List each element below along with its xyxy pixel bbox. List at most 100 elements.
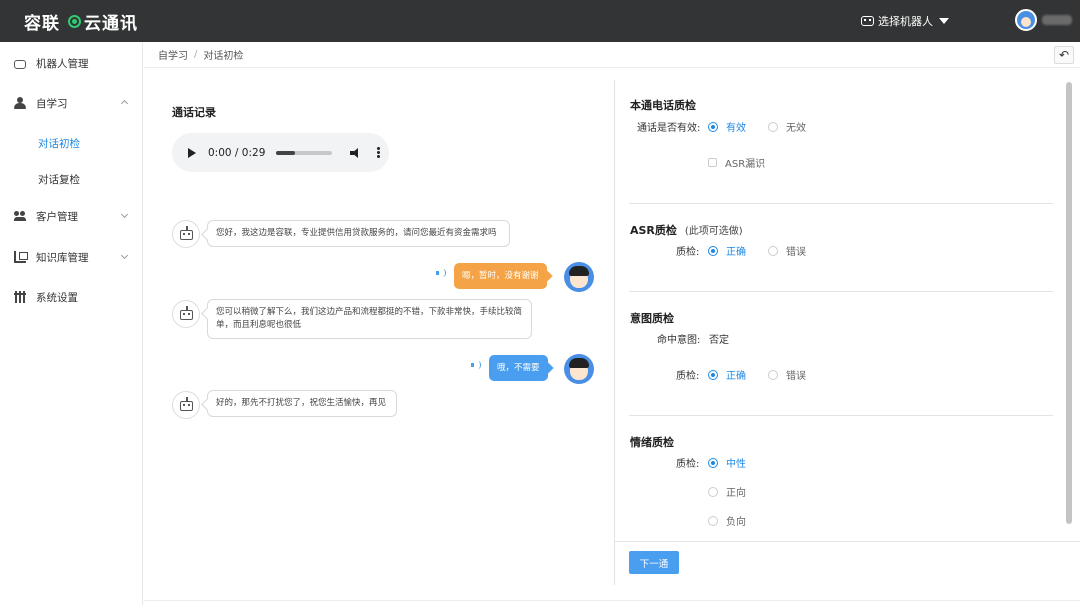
volume-icon[interactable] <box>350 147 362 158</box>
section-divider <box>629 291 1053 292</box>
radio-label: 负向 <box>726 517 746 528</box>
back-arrow-icon: ↶ <box>1058 48 1070 62</box>
radio-dot <box>708 121 718 132</box>
bot-message: 您可以稍微了解下么，我们这边产品和流程都挺的不错，下款非常快，手续比较简单，而且… <box>207 299 532 339</box>
asr-qc-title: ASR质检 (此项可选做) <box>630 222 743 238</box>
robot-select-dropdown[interactable]: 选择机器人 <box>861 13 949 29</box>
robot-icon <box>861 16 874 26</box>
sidebar-item-label: 知识库管理 <box>36 251 89 264</box>
robot-icon <box>14 59 26 69</box>
radio-label: 正向 <box>726 488 746 499</box>
asr-missed-checkbox[interactable]: ASR漏识 <box>708 155 765 170</box>
bottom-divider <box>144 600 1080 601</box>
checkbox-box <box>708 158 717 167</box>
asr-qc-label: 质检: <box>676 247 700 258</box>
user-avatar <box>564 262 594 292</box>
intent-radio-wrong[interactable]: 错误 <box>768 367 806 382</box>
sidebar-item-label: 机器人管理 <box>36 57 89 70</box>
sidebar-item-system-settings[interactable]: 系统设置 <box>0 282 143 312</box>
bot-message: 好的，那先不打扰您了，祝您生活愉快，再见 <box>207 390 397 417</box>
radio-label: 正确 <box>726 247 746 258</box>
checkbox-label: ASR漏识 <box>725 159 766 170</box>
call-valid-radio-no[interactable]: 无效 <box>768 119 806 134</box>
sidebar-subitem-recheck[interactable]: 对话复检 <box>38 172 80 187</box>
back-button[interactable]: ↶ <box>1054 46 1074 64</box>
radio-dot <box>708 369 718 380</box>
radio-dot <box>708 515 718 526</box>
sidebar-item-label: 客户管理 <box>36 210 78 223</box>
section-divider <box>629 203 1053 204</box>
panel-divider <box>614 80 615 585</box>
user-message: 嗯，暂时，没有谢谢 <box>454 263 547 289</box>
call-qc-title: 本通电话质检 <box>630 99 696 112</box>
emotion-radio-neutral[interactable]: 中性 <box>708 455 746 470</box>
breadcrumb: 自学习 / 对话初检 ↶ <box>144 42 1080 68</box>
intent-qc-title: 意图质检 <box>630 312 674 325</box>
logo-ring-icon <box>68 15 81 28</box>
radio-dot <box>768 245 778 256</box>
sidebar: 机器人管理 自学习 对话初检 对话复检 客户管理 知识库管理 系统设置 <box>0 42 143 605</box>
radio-label: 错误 <box>786 371 806 382</box>
radio-label: 正确 <box>726 371 746 382</box>
emotion-radio-negative[interactable]: 负向 <box>708 513 746 528</box>
emotion-radio-positive[interactable]: 正向 <box>708 484 746 499</box>
sidebar-item-customer-management[interactable]: 客户管理 <box>0 201 143 231</box>
radio-label: 错误 <box>786 247 806 258</box>
logo-text-left: 容联 <box>24 14 60 34</box>
audio-time: 0:00 / 0:29 <box>208 146 266 159</box>
speaker-icon[interactable] <box>471 360 481 370</box>
app-logo[interactable]: 容联 云通讯 <box>24 9 138 34</box>
knowledge-base-icon <box>14 251 28 263</box>
emotion-qc-title: 情绪质检 <box>630 436 674 449</box>
radio-label: 无效 <box>786 123 806 134</box>
sidebar-item-label: 自学习 <box>36 97 68 110</box>
radio-label: 有效 <box>726 123 746 134</box>
intent-radio-correct[interactable]: 正确 <box>708 367 746 382</box>
breadcrumb-item[interactable]: 自学习 <box>158 47 188 62</box>
radio-dot <box>708 245 718 256</box>
more-options-icon[interactable] <box>377 151 381 154</box>
asr-radio-correct[interactable]: 正确 <box>708 243 746 258</box>
breadcrumb-separator: / <box>194 49 198 60</box>
bot-avatar <box>172 391 200 419</box>
caret-down-icon <box>939 18 949 24</box>
call-valid-radio-yes[interactable]: 有效 <box>708 119 746 134</box>
radio-dot <box>708 457 718 468</box>
asr-radio-wrong[interactable]: 错误 <box>768 243 806 258</box>
audio-progress-bar[interactable] <box>276 150 333 155</box>
intent-hit-label: 命中意图: <box>657 335 701 346</box>
qc-scrollbar[interactable] <box>1066 82 1072 524</box>
bot-avatar <box>172 220 200 248</box>
logo-text-right: 云通讯 <box>84 14 138 34</box>
next-call-button[interactable]: 下一通 <box>629 551 679 574</box>
bot-message: 您好，我这边是容联，专业提供信用贷款服务的，请问您最近有资金需求吗 <box>207 220 510 247</box>
chevron-down-icon <box>120 251 129 260</box>
chevron-up-icon <box>120 99 129 108</box>
radio-dot <box>768 121 778 132</box>
sidebar-item-robot-management[interactable]: 机器人管理 <box>0 48 143 78</box>
asr-qc-title-text: ASR质检 <box>630 224 677 237</box>
section-divider <box>629 415 1053 416</box>
intent-hit-value: 否定 <box>709 335 729 346</box>
intent-qc-label: 质检: <box>676 371 700 382</box>
sidebar-subitem-initial-check[interactable]: 对话初检 <box>38 136 80 151</box>
audio-player: 0:00 / 0:29 <box>172 133 389 172</box>
radio-dot <box>768 369 778 380</box>
sidebar-item-self-learning[interactable]: 自学习 <box>0 88 143 118</box>
user-avatar <box>1015 9 1037 31</box>
sidebar-item-knowledge-base[interactable]: 知识库管理 <box>0 242 143 272</box>
user-menu[interactable] <box>1015 9 1072 31</box>
top-bar: 容联 云通讯 选择机器人 <box>0 0 1080 42</box>
speaker-icon[interactable] <box>436 268 446 278</box>
chevron-down-icon <box>120 210 129 219</box>
breadcrumb-item-current: 对话初检 <box>203 51 244 62</box>
learn-icon <box>14 97 26 109</box>
asr-qc-note: (此项可选做) <box>684 226 743 237</box>
radio-dot <box>708 486 718 497</box>
call-record-title: 通话记录 <box>172 106 216 119</box>
footer-divider <box>615 541 1080 542</box>
user-avatar <box>564 354 594 384</box>
play-icon[interactable] <box>188 147 196 158</box>
users-icon <box>14 210 26 222</box>
call-valid-label: 通话是否有效: <box>637 123 701 134</box>
